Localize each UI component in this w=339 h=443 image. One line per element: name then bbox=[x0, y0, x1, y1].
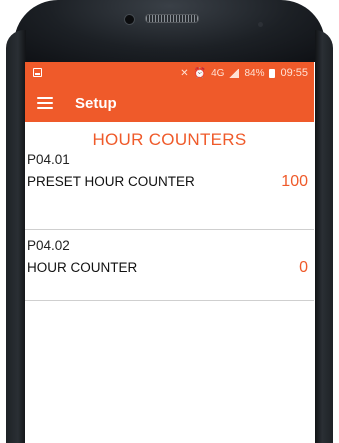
hamburger-menu-icon[interactable] bbox=[37, 97, 53, 109]
signal-strength-icon bbox=[229, 68, 240, 78]
mute-icon: ✕ bbox=[180, 67, 189, 79]
app-toolbar: Setup bbox=[25, 84, 314, 122]
front-camera-icon bbox=[124, 14, 135, 25]
status-icons: ✕ ⏰ 4G 84% 09:55 bbox=[180, 67, 308, 79]
phone-bezel-left bbox=[6, 30, 26, 443]
parameter-row-preset-hour-counter[interactable]: P04.01 PRESET HOUR COUNTER 100 bbox=[25, 152, 314, 229]
parameter-row-hour-counter[interactable]: P04.02 HOUR COUNTER 0 bbox=[25, 230, 314, 300]
battery-icon bbox=[269, 68, 276, 78]
parameter-name: PRESET HOUR COUNTER bbox=[27, 174, 195, 189]
battery-percent: 84% bbox=[244, 67, 265, 79]
phone-bezel-right bbox=[315, 30, 333, 443]
status-bar: ✕ ⏰ 4G 84% 09:55 bbox=[25, 62, 314, 84]
alarm-icon: ⏰ bbox=[193, 67, 207, 79]
gallery-notification-icon bbox=[33, 68, 42, 77]
phone-frame: ✕ ⏰ 4G 84% 09:55 Setup HOUR COUNTERS P04… bbox=[0, 0, 339, 443]
parameter-value[interactable]: 100 bbox=[281, 173, 308, 191]
row-divider bbox=[25, 300, 314, 301]
app-screen: ✕ ⏰ 4G 84% 09:55 Setup HOUR COUNTERS P04… bbox=[25, 62, 314, 443]
toolbar-title: Setup bbox=[75, 94, 117, 112]
parameter-name: HOUR COUNTER bbox=[27, 260, 138, 275]
phone-bezel-top bbox=[14, 0, 325, 62]
status-time: 09:55 bbox=[280, 67, 308, 79]
parameter-code: P04.02 bbox=[27, 238, 70, 253]
proximity-sensor bbox=[258, 22, 263, 27]
section-title: HOUR COUNTERS bbox=[92, 130, 247, 149]
parameter-value[interactable]: 0 bbox=[299, 259, 308, 277]
earpiece-speaker bbox=[145, 14, 199, 23]
network-type-label: 4G bbox=[211, 67, 225, 79]
parameter-code: P04.01 bbox=[27, 152, 70, 167]
